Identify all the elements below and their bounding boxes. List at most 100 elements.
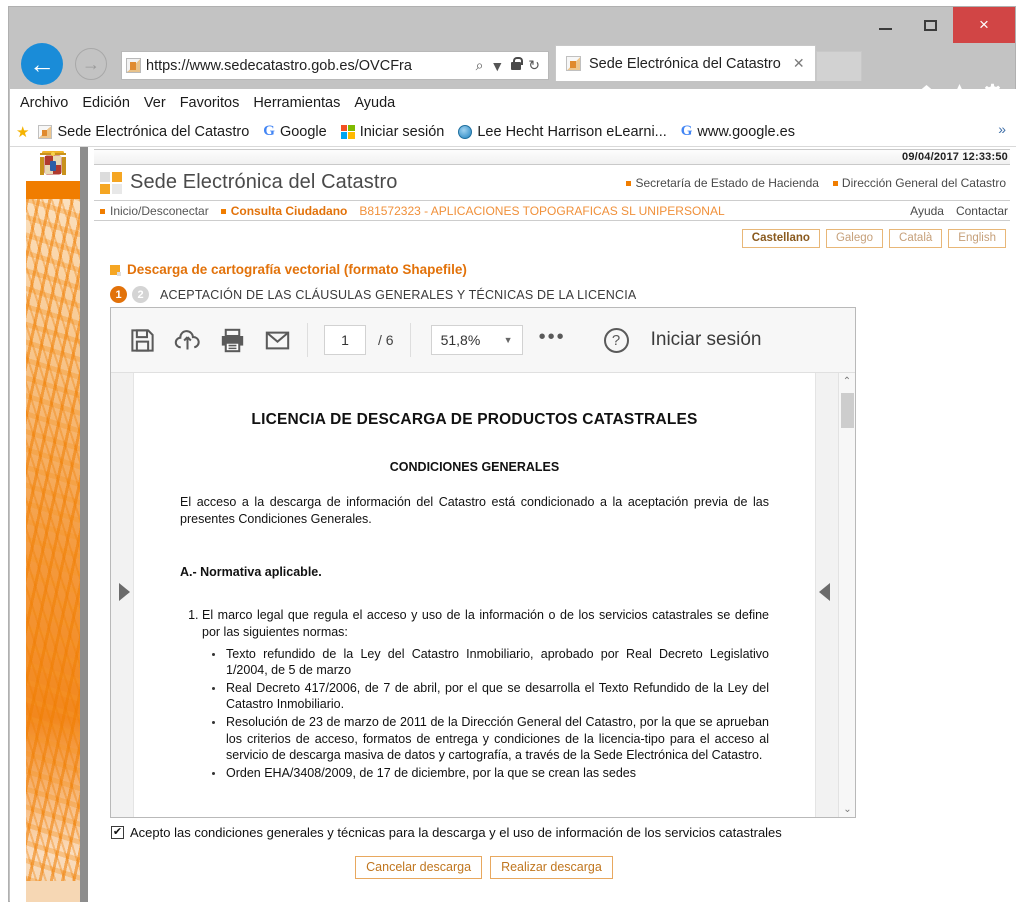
- address-bar[interactable]: https://www.sedecatastro.gob.es/OVCFra ⌕…: [121, 51, 549, 80]
- language-selector: Castellano Galego Català English: [88, 229, 1006, 248]
- lock-icon: [511, 56, 524, 70]
- more-options-icon[interactable]: •••: [539, 327, 566, 347]
- page-number-input[interactable]: 1: [324, 325, 366, 355]
- maximize-button[interactable]: [908, 7, 953, 43]
- screenshot-root: × ← → https://www.sedecatastro.gob.es/OV…: [0, 0, 1024, 908]
- page-title-text: Descarga de cartografía vectorial (forma…: [127, 262, 467, 277]
- save-icon[interactable]: [129, 327, 156, 354]
- language-galego[interactable]: Galego: [825, 229, 884, 248]
- search-icon[interactable]: ⌕: [476, 57, 484, 74]
- microsoft-icon: [340, 124, 355, 139]
- tab-favicon-icon: [566, 56, 581, 71]
- list-item: Orden EHA/3408/2009, de 17 de diciembre,…: [212, 765, 769, 782]
- bookmark-lee-hecht-harrison[interactable]: Lee Hecht Harrison eLearni...: [453, 124, 671, 140]
- list-item: Real Decreto 417/2006, de 7 de abril, po…: [212, 680, 769, 712]
- bookmark-label: Lee Hecht Harrison eLearni...: [477, 123, 667, 140]
- bookmark-google-es[interactable]: G www.google.es: [676, 123, 800, 140]
- step-2[interactable]: 2: [132, 286, 149, 303]
- page-title: Descarga de cartografía vectorial (forma…: [110, 262, 1016, 277]
- pdf-scrollbar[interactable]: ⌃ ⌄: [838, 373, 855, 817]
- nav-contactar[interactable]: Contactar: [956, 204, 1008, 218]
- current-datetime: 09/04/2017 12:33:50: [902, 151, 1008, 163]
- pdf-viewer: 1 / 6 51,8% ▼ ••• ? Iniciar sesión LICEN…: [110, 307, 856, 879]
- accept-checkbox-label: Acepto las condiciones generales y técni…: [130, 825, 782, 840]
- link-label: Dirección General del Catastro: [841, 175, 1006, 190]
- minimize-icon: [879, 27, 892, 30]
- tab-sede-electronica[interactable]: Sede Electrónica del Catastro ✕: [555, 45, 816, 81]
- section-marker-icon: [110, 264, 121, 276]
- pdf-page-stage: LICENCIA DE DESCARGA DE PRODUCTOS CATAST…: [111, 373, 855, 817]
- back-arrow-icon: ←: [29, 49, 55, 79]
- page-content: 09/04/2017 12:33:50 Sede Electrónica del…: [88, 147, 1016, 902]
- forward-arrow-icon: →: [82, 54, 100, 74]
- datetime-bar: 09/04/2017 12:33:50: [94, 149, 1010, 165]
- browser-window: × ← → https://www.sedecatastro.gob.es/OV…: [8, 6, 1016, 902]
- address-bar-icons: ⌕ ▼ ↻: [476, 56, 544, 74]
- document-bullet-list: Texto refundido de la Ley del Catastro I…: [202, 646, 769, 782]
- upload-cloud-icon[interactable]: [174, 327, 201, 354]
- browser-navigation-row: ← → https://www.sedecatastro.gob.es/OVCF…: [9, 39, 1015, 103]
- link-secretaria-estado-hacienda[interactable]: Secretaría de Estado de Hacienda: [626, 175, 819, 190]
- menu-item-ayuda[interactable]: Ayuda: [354, 95, 395, 111]
- address-input[interactable]: https://www.sedecatastro.gob.es/OVCFra: [146, 58, 476, 74]
- browser-menu-bar: Archivo Edición Ver Favoritos Herramient…: [10, 89, 1016, 117]
- nav-label: Inicio/Desconectar: [110, 203, 209, 218]
- maximize-icon: [924, 19, 937, 31]
- language-castellano[interactable]: Castellano: [741, 229, 820, 248]
- email-icon[interactable]: [264, 327, 291, 354]
- print-icon[interactable]: [219, 327, 246, 354]
- menu-item-edicion[interactable]: Edición: [82, 95, 130, 111]
- accept-conditions-row[interactable]: ✔ Acepto las condiciones generales y téc…: [111, 825, 782, 840]
- bookmark-google[interactable]: G Google: [258, 123, 331, 140]
- rail-orange-band: [26, 181, 80, 199]
- favorites-star-icon[interactable]: ★: [16, 123, 29, 141]
- menu-item-herramientas[interactable]: Herramientas: [253, 95, 340, 111]
- tab-close-icon[interactable]: ✕: [793, 55, 805, 72]
- menu-item-favoritos[interactable]: Favoritos: [180, 95, 240, 111]
- nav-ayuda[interactable]: Ayuda: [910, 204, 944, 218]
- next-page-arrow-icon[interactable]: [819, 583, 830, 601]
- forward-button[interactable]: →: [75, 48, 107, 80]
- zoom-select[interactable]: 51,8% ▼: [430, 325, 523, 355]
- list-item-text: El marco legal que regula el acceso y us…: [202, 608, 769, 639]
- site-brand: Sede Electrónica del Catastro: [94, 171, 398, 194]
- bookmark-label: Iniciar sesión: [359, 123, 445, 140]
- bookmark-sede-electronica[interactable]: Sede Electrónica del Catastro: [33, 124, 254, 140]
- bookmark-iniciar-sesion[interactable]: Iniciar sesión: [336, 124, 450, 140]
- step-1[interactable]: 1: [110, 286, 127, 303]
- scrollbar-thumb[interactable]: [841, 393, 854, 428]
- new-tab-button[interactable]: [815, 51, 862, 81]
- catastro-logo-icon: [100, 171, 122, 194]
- link-label: Secretaría de Estado de Hacienda: [635, 175, 819, 190]
- list-item: El marco legal que regula el acceso y us…: [202, 607, 769, 781]
- scroll-up-icon[interactable]: ⌃: [839, 373, 855, 389]
- ie-icon: [458, 124, 473, 139]
- language-catala[interactable]: Català: [889, 229, 943, 248]
- nav-inicio-desconectar[interactable]: Inicio/Desconectar: [100, 204, 209, 218]
- refresh-icon[interactable]: ↻: [528, 57, 540, 74]
- document-heading: LICENCIA DE DESCARGA DE PRODUCTOS CATAST…: [251, 411, 698, 428]
- back-button[interactable]: ←: [21, 43, 63, 85]
- cancel-download-button[interactable]: Cancelar descarga: [355, 856, 483, 879]
- perform-download-button[interactable]: Realizar descarga: [490, 856, 613, 879]
- nav-consulta-ciudadano[interactable]: Consulta Ciudadano: [220, 204, 347, 218]
- sign-in-button[interactable]: Iniciar sesión: [651, 329, 762, 351]
- accept-checkbox[interactable]: ✔: [111, 826, 124, 839]
- language-english[interactable]: English: [948, 229, 1006, 248]
- minimize-button[interactable]: [863, 7, 908, 43]
- bookmark-label: www.google.es: [697, 123, 795, 140]
- menu-item-archivo[interactable]: Archivo: [20, 95, 68, 111]
- scroll-down-icon[interactable]: ⌄: [839, 801, 855, 817]
- chevron-down-icon[interactable]: ▼: [490, 58, 504, 74]
- previous-page-arrow-icon[interactable]: [119, 583, 130, 601]
- bookmarks-overflow-icon[interactable]: »: [998, 121, 1006, 137]
- help-icon[interactable]: ?: [603, 327, 629, 353]
- link-direccion-general-catastro[interactable]: Dirección General del Catastro: [832, 175, 1006, 190]
- site-favicon-icon: [126, 58, 141, 73]
- close-window-button[interactable]: ×: [953, 7, 1015, 43]
- tab-strip: Sede Electrónica del Catastro ✕: [555, 45, 862, 81]
- bookmark-label: Sede Electrónica del Catastro: [57, 123, 250, 140]
- menu-item-ver[interactable]: Ver: [144, 95, 166, 111]
- site-nav-right: Ayuda Contactar: [910, 204, 1010, 218]
- page-total-label: / 6: [378, 332, 394, 348]
